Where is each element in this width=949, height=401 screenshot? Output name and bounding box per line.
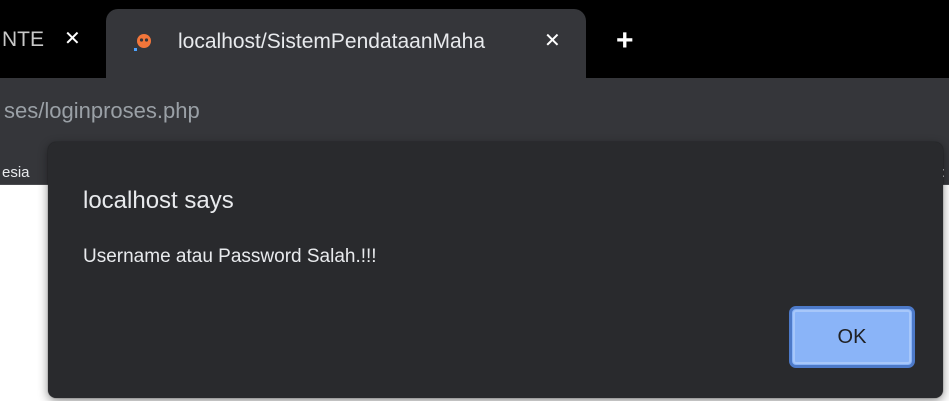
dialog-title: localhost says <box>83 187 234 214</box>
tab-active[interactable]: localhost/SistemPendataanMaha ✕ <box>106 9 586 78</box>
bookmark-item[interactable]: esia <box>2 164 30 181</box>
alert-dialog: localhost says Username atau Password Sa… <box>48 142 943 398</box>
close-icon[interactable]: ✕ <box>544 31 561 51</box>
toolbar: ses/loginproses.php <box>0 78 949 142</box>
browser-window: NTE ✕ localhost/SistemPendataanMaha ✕ + … <box>0 0 949 401</box>
dialog-message: Username atau Password Salah.!!! <box>83 246 377 267</box>
tab-previous[interactable]: NTE ✕ <box>0 20 100 60</box>
close-icon[interactable]: ✕ <box>64 29 81 49</box>
tab-title: NTE <box>2 28 44 51</box>
tab-title: localhost/SistemPendataanMaha <box>178 30 486 53</box>
ok-button[interactable]: OK <box>789 306 915 368</box>
address-bar[interactable]: ses/loginproses.php <box>4 98 200 124</box>
xampp-icon <box>134 33 152 51</box>
tab-strip: NTE ✕ localhost/SistemPendataanMaha ✕ + <box>0 0 949 78</box>
new-tab-button[interactable]: + <box>616 26 634 56</box>
